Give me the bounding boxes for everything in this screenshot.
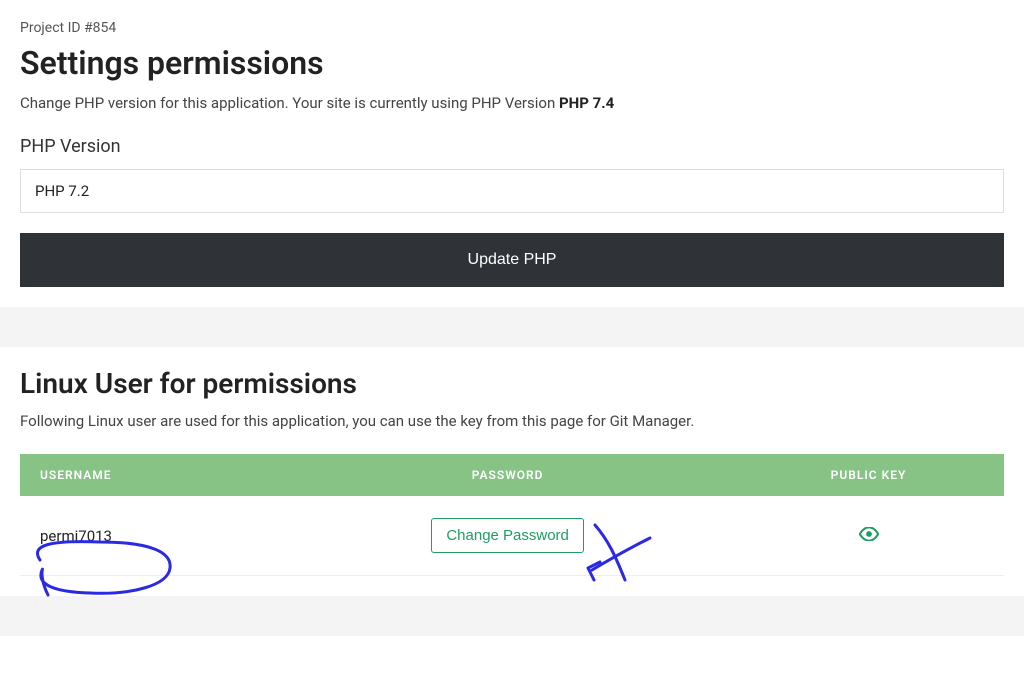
linux-section-title: Linux User for permissions	[20, 367, 1004, 400]
php-version-select[interactable]: PHP 7.2	[20, 169, 1004, 213]
php-desc-text: Change PHP version for this application.…	[20, 94, 559, 112]
section-divider	[0, 307, 1024, 347]
username-cell: permi7013	[20, 496, 282, 576]
linux-users-table: Username Password Public Key permi7013 C…	[20, 454, 1004, 576]
password-cell: Change Password	[282, 496, 733, 576]
col-public-key: Public Key	[733, 454, 1004, 496]
bottom-spacer	[0, 596, 1024, 636]
php-current-version: PHP 7.4	[559, 94, 614, 112]
public-key-cell	[733, 496, 1004, 576]
table-header-row: Username Password Public Key	[20, 454, 1004, 496]
php-version-description: Change PHP version for this application.…	[20, 94, 1004, 112]
linux-section-description: Following Linux user are used for this a…	[20, 412, 1004, 430]
php-version-selected: PHP 7.2	[35, 182, 89, 200]
update-php-button[interactable]: Update PHP	[20, 233, 1004, 287]
eye-icon[interactable]	[859, 527, 879, 545]
change-password-button[interactable]: Change Password	[431, 518, 584, 553]
col-username: Username	[20, 454, 282, 496]
page-title: Settings permissions	[20, 44, 1004, 82]
php-settings-section: Project ID #854 Settings permissions Cha…	[0, 0, 1024, 307]
table-row: permi7013 Change Password	[20, 496, 1004, 576]
linux-user-section: Linux User for permissions Following Lin…	[0, 347, 1024, 596]
project-id-label: Project ID #854	[20, 20, 1004, 36]
col-password: Password	[282, 454, 733, 496]
php-version-field-label: PHP Version	[20, 136, 1004, 157]
